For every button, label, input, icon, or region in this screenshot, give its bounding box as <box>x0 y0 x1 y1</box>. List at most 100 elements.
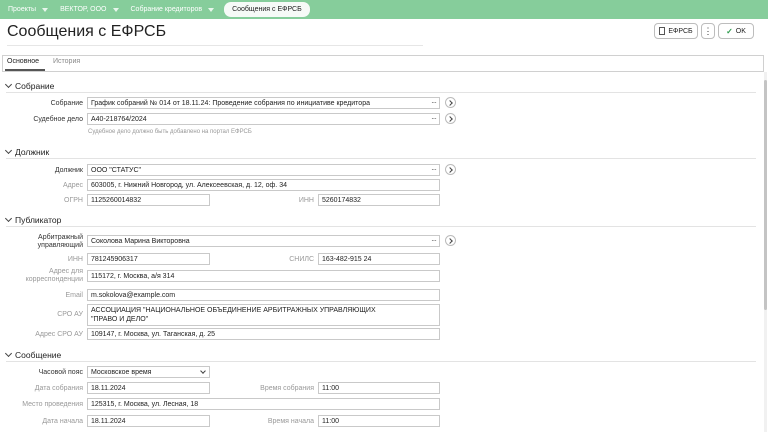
breadcrumb-item-meeting[interactable]: Собрание кредиторов <box>125 2 221 17</box>
start-time-value: 11:00 <box>322 418 339 425</box>
chevron-down-icon <box>4 80 13 89</box>
manager-inn-field[interactable]: 781245906317 <box>87 253 210 265</box>
chevron-down-icon[interactable] <box>208 7 215 12</box>
case-field[interactable]: А40-218764/2024 ··· <box>87 113 440 125</box>
efrsb-button-label: ЕФРСБ <box>668 27 693 35</box>
mail-address-label-line1: Адрес для <box>49 268 83 275</box>
meeting-date-field[interactable]: 18.11.2024 <box>87 382 210 394</box>
section-meeting-title: Собрание <box>15 81 55 91</box>
debtor-field[interactable]: ООО "СТАТУС" ··· <box>87 164 440 176</box>
manager-field[interactable]: Соколова Марина Викторовна ··· <box>87 235 440 247</box>
manager-label-line2: управляющий <box>37 242 83 249</box>
tab-bar <box>2 55 764 71</box>
start-time-field[interactable]: 11:00 <box>318 415 440 427</box>
case-label: Судебное дело <box>33 116 83 123</box>
debtor-inn-field[interactable]: 5260174832 <box>318 194 440 206</box>
section-debtor-toggle[interactable]: Должник <box>4 146 50 157</box>
debtor-label: Должник <box>54 167 83 174</box>
sro-field[interactable]: АССОЦИАЦИЯ "НАЦИОНАЛЬНОЕ ОБЪЕДИНЕНИЕ АРБ… <box>87 304 440 326</box>
tab-main[interactable]: Основное <box>7 58 39 65</box>
venue-field[interactable]: 125315, г. Москва, ул. Лесная, 18 <box>87 398 440 410</box>
chevron-down-icon[interactable] <box>42 7 49 12</box>
more-options-button[interactable]: ⋮ <box>701 23 715 39</box>
breadcrumb-item-label: ВЕКТОР, ООО <box>60 6 107 13</box>
ellipsis-icon[interactable]: ··· <box>431 165 437 174</box>
open-case-button[interactable] <box>445 113 456 124</box>
breadcrumb-item-projects[interactable]: Проекты <box>2 2 54 17</box>
debtor-address-field[interactable]: 603005, г. Нижний Новгород, ул. Алексеев… <box>87 179 440 191</box>
ellipsis-icon[interactable]: ··· <box>431 236 437 245</box>
debtor-address-value: 603005, г. Нижний Новгород, ул. Алексеев… <box>91 182 287 189</box>
timezone-label: Часовой пояс <box>38 369 83 376</box>
start-time-label: Время начала <box>267 418 314 425</box>
manager-value: Соколова Марина Викторовна <box>91 238 190 245</box>
sro-label: СРО АУ <box>57 311 83 318</box>
check-icon: ✓ <box>726 26 733 36</box>
ogrn-field[interactable]: 1125260014832 <box>87 194 210 206</box>
section-message-title: Сообщение <box>15 350 62 360</box>
section-divider <box>6 226 756 227</box>
meeting-value: График собраний № 014 от 18.11.24: Прове… <box>91 100 370 107</box>
tab-divider <box>2 71 764 72</box>
ellipsis-icon[interactable]: ··· <box>431 98 437 107</box>
meeting-time-label: Время собрания <box>260 385 314 392</box>
breadcrumb-item-label: Проекты <box>8 6 37 13</box>
sro-address-label: Адрес СРО АУ <box>35 331 83 338</box>
page-title: Сообщения с ЕФРСБ <box>7 23 167 40</box>
venue-value: 125315, г. Москва, ул. Лесная, 18 <box>91 401 199 408</box>
section-publisher-title: Публикатор <box>15 215 62 225</box>
breadcrumb-item-company[interactable]: ВЕКТОР, ООО <box>54 2 124 17</box>
section-publisher-toggle[interactable]: Публикатор <box>4 214 62 225</box>
email-field[interactable]: m.sokolova@example.com <box>87 289 440 301</box>
efrsb-button[interactable]: ЕФРСБ <box>654 23 698 39</box>
manager-inn-label: ИНН <box>67 256 83 263</box>
ok-button-label: OK <box>735 27 746 35</box>
breadcrumb-item-label: Сообщения с ЕФРСБ <box>232 6 302 13</box>
ellipsis-icon[interactable]: ··· <box>431 114 437 123</box>
email-value: m.sokolova@example.com <box>91 292 176 299</box>
open-manager-button[interactable] <box>445 235 456 246</box>
breadcrumb-item-active[interactable]: Сообщения с ЕФРСБ <box>224 2 310 17</box>
section-meeting-toggle[interactable]: Собрание <box>4 80 55 91</box>
snils-field[interactable]: 163-482-915 24 <box>318 253 440 265</box>
scrollbar-thumb[interactable] <box>764 80 767 310</box>
start-date-label: Дата начала <box>42 418 83 425</box>
start-date-field[interactable]: 18.11.2024 <box>87 415 210 427</box>
debtor-inn-label: ИНН <box>298 197 314 204</box>
meeting-date-value: 18.11.2024 <box>91 385 126 392</box>
more-vertical-icon: ⋮ <box>703 25 713 36</box>
case-value: А40-218764/2024 <box>91 116 147 123</box>
meeting-time-value: 11:00 <box>322 385 339 392</box>
manager-label-line1: Арбитражный <box>38 234 83 241</box>
tab-history[interactable]: История <box>53 58 80 65</box>
breadcrumb: Проекты ВЕКТОР, ООО Собрание кредиторов … <box>0 0 768 19</box>
chevron-down-icon <box>4 214 13 223</box>
timezone-value: Московское время <box>91 369 152 376</box>
breadcrumb-item-label: Собрание кредиторов <box>130 6 203 13</box>
section-divider <box>6 158 756 159</box>
open-meeting-button[interactable] <box>445 97 456 108</box>
timezone-select[interactable]: Московское время <box>87 366 210 378</box>
venue-label: Место проведения <box>22 401 83 408</box>
debtor-address-label: Адрес <box>62 182 83 189</box>
snils-value: 163-482-915 24 <box>322 256 372 263</box>
header-divider <box>7 45 423 46</box>
ok-button[interactable]: ✓ OK <box>718 23 754 39</box>
meeting-time-field[interactable]: 11:00 <box>318 382 440 394</box>
start-date-value: 18.11.2024 <box>91 418 126 425</box>
section-debtor-title: Должник <box>15 147 50 157</box>
section-divider <box>6 92 756 93</box>
email-label: Email <box>65 292 83 299</box>
section-message-toggle[interactable]: Сообщение <box>4 349 62 360</box>
meeting-date-label: Дата собрания <box>34 385 83 392</box>
sro-address-field[interactable]: 109147, г. Москва, ул. Таганская, д. 25 <box>87 328 440 340</box>
sro-value-line1: АССОЦИАЦИЯ "НАЦИОНАЛЬНОЕ ОБЪЕДИНЕНИЕ АРБ… <box>91 307 376 314</box>
manager-inn-value: 781245906317 <box>91 256 138 263</box>
mail-address-field[interactable]: 115172, г. Москва, а/я 314 <box>87 270 440 282</box>
chevron-down-icon[interactable] <box>112 7 119 12</box>
open-debtor-button[interactable] <box>445 164 456 175</box>
mail-address-label: Адрес для корреспонденции <box>14 268 83 284</box>
chevron-down-icon <box>200 368 206 374</box>
meeting-field[interactable]: График собраний № 014 от 18.11.24: Прове… <box>87 97 440 109</box>
mail-address-label-line2: корреспонденции <box>25 276 83 283</box>
